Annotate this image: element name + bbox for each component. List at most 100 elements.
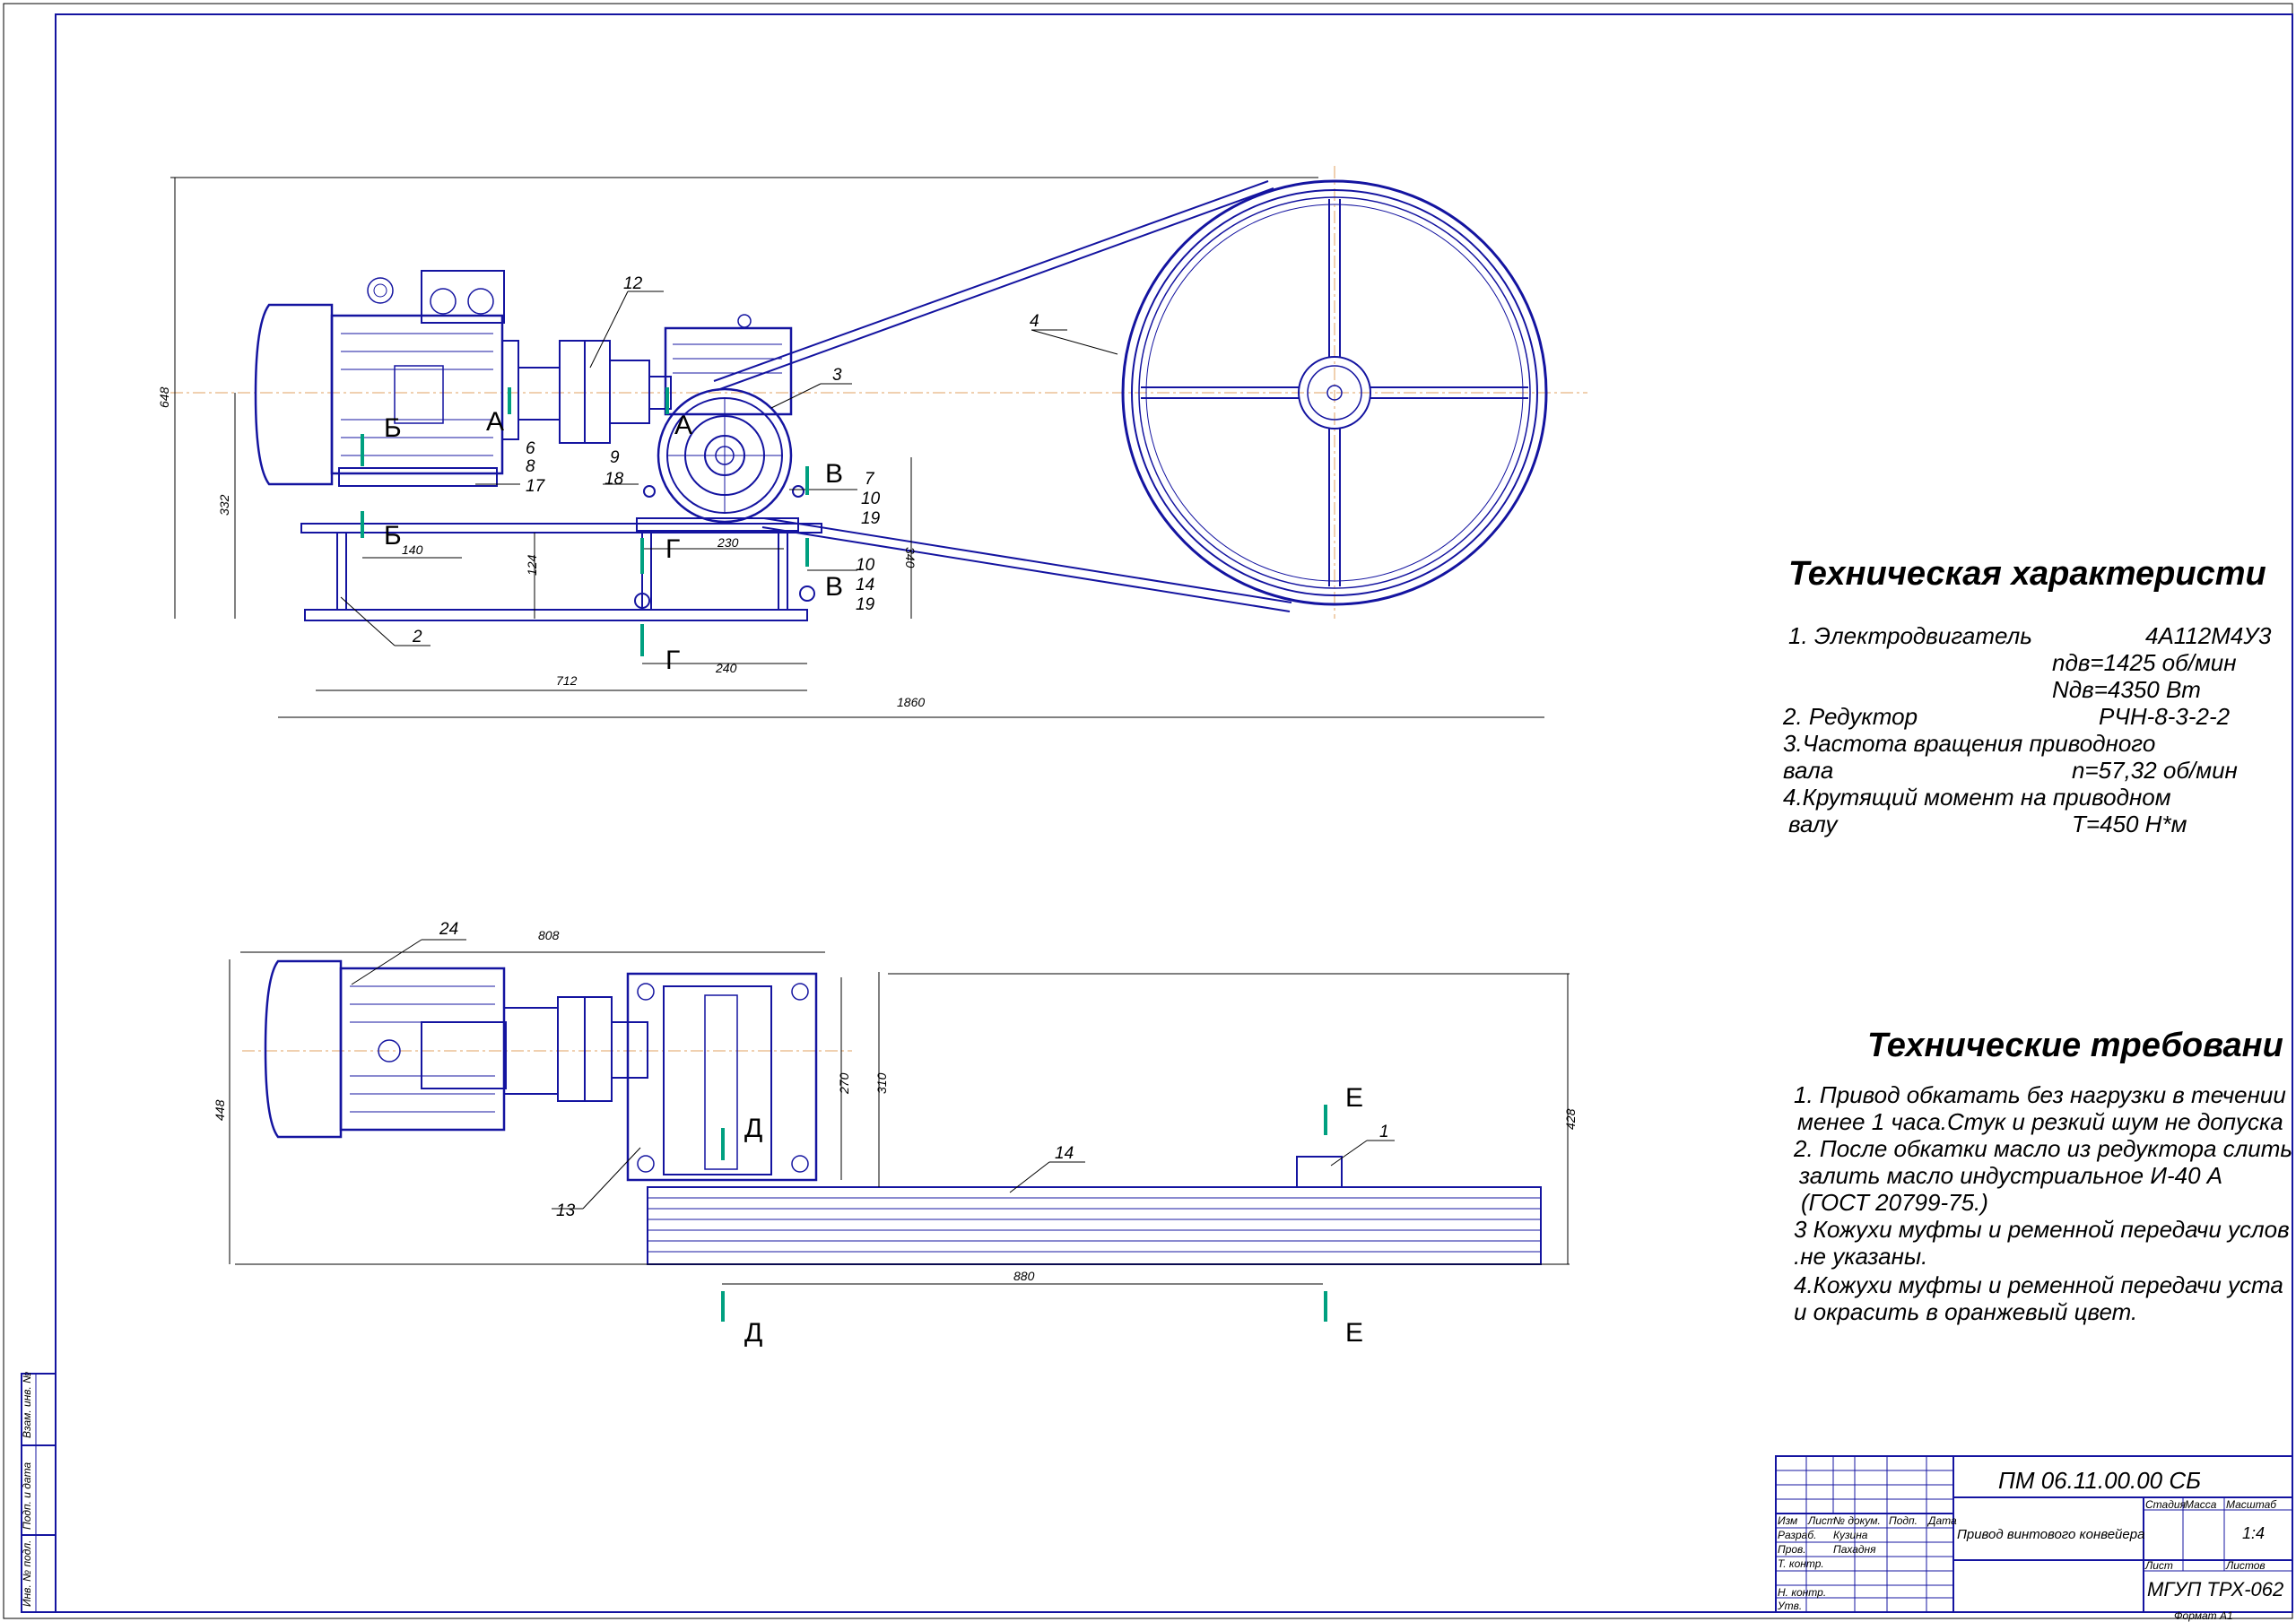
top-leaders (351, 939, 1395, 1210)
tb-role-3: Т. контр. (1778, 1557, 1824, 1570)
sec-e2: Е (1345, 1318, 1363, 1348)
tech-req-title: Технические требовани (1867, 1027, 2283, 1064)
pos-1: 1 (1379, 1123, 1389, 1141)
tc-line-5: 2. Редуктор (1782, 703, 1918, 730)
sec-a2: А (674, 411, 692, 440)
tc-line-1: 1. Электродвигатель (1788, 622, 2032, 649)
sec-d1: Д (744, 1114, 762, 1143)
side-stamp-inv: Инв. № подл. (21, 1540, 33, 1607)
tb-h-izm: Изм (1778, 1514, 1797, 1527)
tr-line-9: и окрасить в оранжевый цвет. (1794, 1298, 2137, 1325)
tr-line-4: залить масло индустриальное И-40 А (1798, 1162, 2222, 1189)
pos-6: 6 (526, 439, 535, 458)
pos-10b: 10 (856, 556, 875, 575)
dim-808: 808 (538, 928, 560, 942)
title-block: Изм Лист № докум. Подп. Дата Разраб. Про… (1775, 1455, 2293, 1622)
tb-role-6: Утв. (1777, 1600, 1802, 1612)
tb-h-doc: № докум. (1833, 1514, 1881, 1527)
dim-270: 270 (837, 1072, 851, 1095)
dim-332: 332 (217, 494, 231, 516)
tb-person-1: Кузина (1833, 1529, 1868, 1541)
sec-b2: Б (384, 521, 402, 551)
top-view: 808 448 270 310 428 880 24 13 14 1 Д Е Д… (213, 920, 1578, 1348)
dim-712: 712 (556, 673, 578, 688)
front-dimensions (170, 177, 1544, 718)
coupling (517, 340, 672, 444)
pos-19b: 19 (856, 595, 875, 614)
tr-line-5: (ГОСТ 20799-75.) (1801, 1189, 1988, 1216)
sec-g1: Г (665, 534, 680, 564)
tc-line-2: 4А112М4У3 (2145, 622, 2272, 649)
dim-140: 140 (402, 542, 423, 557)
tech-characteristics: Техническая характеристи 1. Электродвига… (1782, 555, 2272, 837)
coupling-top (557, 996, 648, 1102)
tech-requirements: Технические требовани 1. Привод обкатать… (1793, 1027, 2292, 1325)
side-stamp: Инв. № подл. Подп. и дата Взам. инв. № (21, 1372, 57, 1613)
sec-d2: Д (744, 1318, 762, 1348)
tb-scale: 1:4 (2242, 1524, 2265, 1542)
sec-a1: А (486, 407, 504, 437)
tc-line-6: РЧН-8-3-2-2 (2099, 703, 2231, 730)
electric-motor (254, 270, 519, 487)
pos-14-top: 14 (1055, 1144, 1074, 1163)
pos-7: 7 (865, 470, 875, 489)
dim-448: 448 (213, 1099, 227, 1121)
pos-19a: 19 (861, 509, 881, 528)
pos-24: 24 (439, 920, 458, 939)
tr-line-1: 1. Привод обкатать без нагрузки в течени… (1794, 1081, 2286, 1108)
base-frame (300, 485, 822, 621)
pos-4: 4 (1030, 312, 1039, 331)
dim-124: 124 (525, 554, 539, 576)
tb-h-sign: Подп. (1889, 1514, 1918, 1527)
pos-10a: 10 (861, 490, 881, 508)
gearbox (636, 314, 799, 532)
side-stamp-replace: Взам. инв. № (21, 1372, 33, 1438)
tc-line-9: n=57,32 об/мин (2072, 757, 2238, 784)
dim-428: 428 (1563, 1108, 1578, 1130)
pos-14: 14 (856, 576, 874, 594)
tc-line-10: 4.Крутящий момент на приводном (1783, 784, 2171, 811)
pos-3: 3 (832, 366, 842, 385)
sec-e1: Е (1345, 1083, 1363, 1113)
tb-role-5: Н. контр. (1778, 1586, 1826, 1599)
dim-310: 310 (874, 1072, 889, 1094)
tc-line-3: nдв=1425 об/мин (2052, 649, 2237, 676)
top-dimensions (229, 951, 1570, 1285)
tc-line-11: валу (1788, 811, 1839, 837)
sec-b1: Б (384, 413, 402, 443)
tb-role-1: Разраб. (1778, 1529, 1816, 1541)
pos-13: 13 (556, 1201, 576, 1220)
tr-line-3: 2. После обкатки масло из редуктора слит… (1793, 1135, 2292, 1162)
dim-240: 240 (715, 661, 737, 675)
tr-line-6: 3 Кожухи муфты и ременной передачи услов (1794, 1216, 2290, 1243)
dim-1860: 1860 (897, 695, 925, 709)
tb-mass-label: Масса (2185, 1498, 2217, 1511)
assembly-drawing: Инв. № подл. Подп. и дата Взам. инв. № 6… (3, 3, 2293, 1622)
sec-v2: В (825, 572, 843, 602)
pos-9: 9 (610, 448, 620, 467)
tb-person-2: Пахадня (1833, 1543, 1876, 1556)
tb-doc-code: ПМ 06.11.00.00 СБ (1998, 1467, 2201, 1494)
sheet-border (3, 3, 2293, 1619)
tb-name: Привод винтового конвейера (1957, 1527, 2144, 1542)
tc-line-12: Т=450 Н*м (2072, 811, 2187, 837)
pos-12: 12 (623, 274, 643, 293)
tr-line-7: .не указаны. (1794, 1243, 1927, 1270)
pos-18: 18 (604, 470, 624, 489)
dim-880: 880 (1013, 1269, 1035, 1283)
tb-org: МГУП ТРХ-062 (2147, 1578, 2283, 1600)
tr-line-2: менее 1 часа.Стук и резкий шум не допуск… (1797, 1108, 2283, 1135)
conveyor-top (647, 1156, 1542, 1265)
tc-line-4: Nдв=4350 Вт (2052, 676, 2201, 703)
dim-230: 230 (717, 535, 739, 550)
tb-h-list: Лист (1807, 1514, 1836, 1527)
top-section-marks (721, 1105, 1327, 1322)
tech-char-title: Техническая характеристи (1788, 555, 2266, 593)
tc-line-7: 3.Частота вращения приводного (1783, 730, 2155, 757)
side-stamp-sign: Подп. и дата (21, 1462, 33, 1530)
pos-17: 17 (526, 477, 546, 496)
tb-scale-label: Масштаб (2226, 1498, 2277, 1511)
dim-648: 648 (157, 386, 171, 408)
sec-g2: Г (665, 646, 680, 675)
dim-340: 340 (903, 547, 918, 568)
